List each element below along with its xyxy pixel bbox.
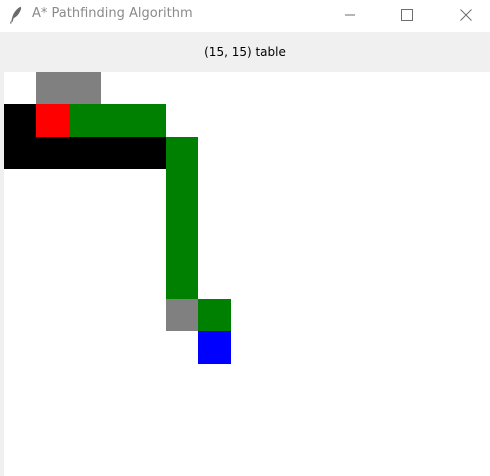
grid-cell-path[interactable] xyxy=(134,104,166,137)
feather-icon xyxy=(10,6,22,24)
grid-cell-barrier[interactable] xyxy=(134,137,166,169)
header-bar: (15, 15) table xyxy=(0,32,490,72)
grid-cell-path[interactable] xyxy=(166,137,198,169)
grid-canvas[interactable] xyxy=(4,72,490,476)
grid-cell-start[interactable] xyxy=(36,104,69,137)
grid-cell-path[interactable] xyxy=(166,169,198,202)
maximize-icon xyxy=(401,9,413,21)
grid-cell-barrier[interactable] xyxy=(101,137,134,169)
grid-cell-barrier[interactable] xyxy=(36,137,69,169)
grid-size-label: (15, 15) table xyxy=(204,45,286,59)
grid-cell-barrier[interactable] xyxy=(69,137,101,169)
grid-cell-path[interactable] xyxy=(198,299,231,331)
app-window: A* Pathfinding Algorithm (15, 15) table xyxy=(0,0,490,476)
close-button[interactable] xyxy=(443,0,489,30)
grid-cell-barrier[interactable] xyxy=(4,104,36,137)
grid-cell-path[interactable] xyxy=(166,266,198,299)
grid-cell-path[interactable] xyxy=(101,104,134,137)
maximize-button[interactable] xyxy=(384,0,430,30)
close-icon xyxy=(460,9,472,21)
window-title: A* Pathfinding Algorithm xyxy=(32,6,193,21)
minimize-button[interactable] xyxy=(327,0,373,30)
grid-cell-end[interactable] xyxy=(198,331,231,364)
grid-cell-closed[interactable] xyxy=(36,72,69,104)
grid-cell-path[interactable] xyxy=(166,202,198,234)
grid-cell-path[interactable] xyxy=(69,104,101,137)
minimize-icon xyxy=(345,14,355,16)
grid-cell-barrier[interactable] xyxy=(4,137,36,169)
grid-cell-path[interactable] xyxy=(166,234,198,266)
grid-cell-closed[interactable] xyxy=(166,299,198,331)
grid-cell-closed[interactable] xyxy=(69,72,101,104)
canvas-frame xyxy=(0,72,490,476)
title-bar[interactable]: A* Pathfinding Algorithm xyxy=(0,0,490,32)
